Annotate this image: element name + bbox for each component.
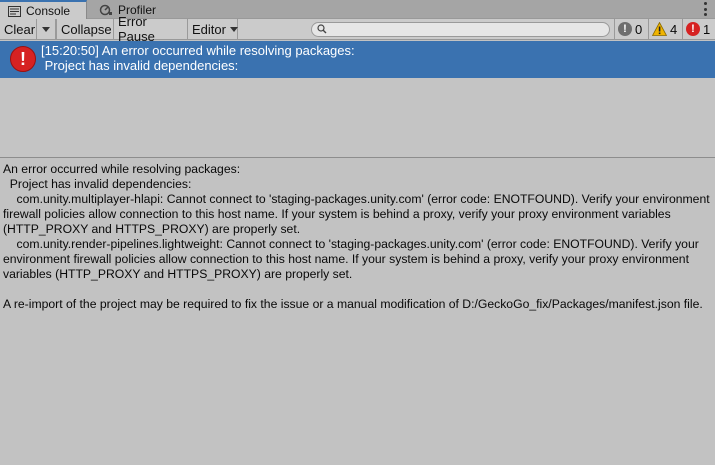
info-toggle[interactable]: ! 0 [614,19,648,39]
console-icon [7,5,21,17]
chevron-down-icon [42,26,50,32]
clear-options-dropdown[interactable] [37,19,56,39]
clear-button[interactable]: Clear [0,19,37,39]
error-toggle[interactable]: ! 1 [682,19,715,39]
log-entry-line2: Project has invalid dependencies: [41,58,239,73]
error-icon: ! [10,46,36,72]
log-entry-selected[interactable]: ! [15:20:50] An error occurred while res… [0,41,715,78]
more-options-icon[interactable] [703,2,707,16]
info-icon: ! [618,22,632,36]
log-detail-text: An error occurred while resolving packag… [0,158,715,465]
collapse-button[interactable]: Collapse [56,19,114,39]
log-list[interactable]: ! [15:20:50] An error occurred while res… [0,41,715,157]
error-pause-button-label: Error Pause [118,14,155,44]
log-entry-line1: [15:20:50] An error occurred while resol… [41,43,355,58]
tab-bar: Console Profiler [0,0,715,20]
warning-count: 4 [670,21,678,37]
clear-button-label: Clear [4,21,36,37]
info-count: 0 [635,21,643,37]
editor-dropdown-label: Editor [192,21,226,37]
console-toolbar: Clear Collapse Error Pause Editor ! 0 4 … [0,14,715,44]
error-icon: ! [686,22,700,36]
chevron-down-icon [229,26,238,32]
search-icon [317,23,327,37]
tab-console-label: Console [26,4,71,18]
error-count: 1 [703,21,711,37]
tab-console[interactable]: Console [0,0,87,20]
profiler-icon [99,4,113,16]
warning-icon [652,22,667,36]
collapse-button-label: Collapse [61,21,112,37]
search-input[interactable] [311,22,610,37]
error-pause-button[interactable]: Error Pause [114,14,188,44]
warning-toggle[interactable]: 4 [648,19,682,39]
editor-dropdown[interactable]: Editor [188,19,238,39]
